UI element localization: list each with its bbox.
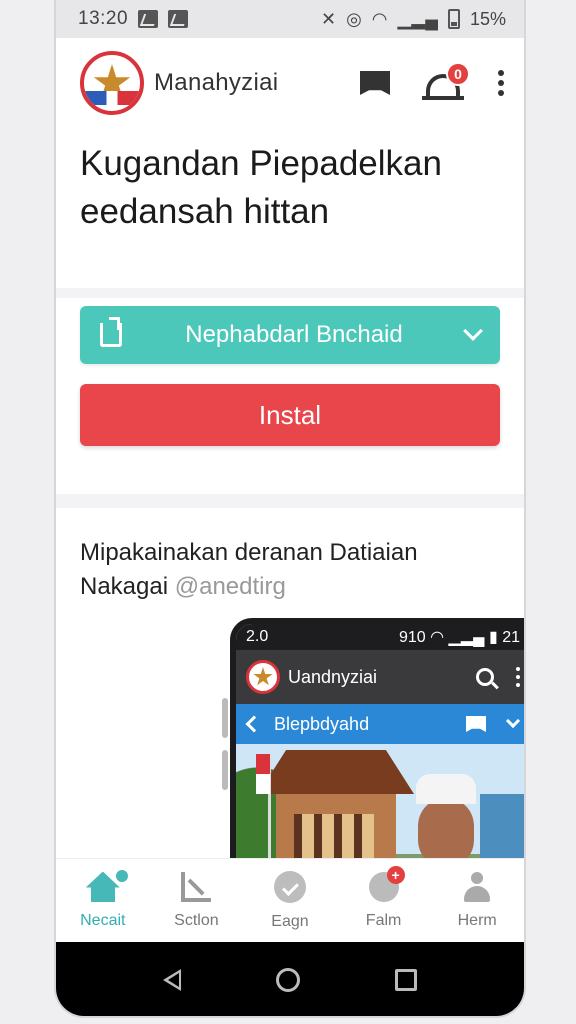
phone-frame: 13:20 ✕ ◎ ◠ ▁▂▄ 15% Manahyziai 0 Kuganda… <box>54 0 526 1018</box>
section-title-line-2: Nakagai <box>80 573 169 600</box>
nav-item-section[interactable]: Sctlon <box>150 859 244 942</box>
check-circle-icon <box>273 870 306 903</box>
preview-status-bar: 2.0 910 ◠ ▁▂▄ ▮ 21 <box>236 624 524 650</box>
nav-item-profile[interactable]: Herm <box>430 859 524 942</box>
bottom-navigation: Necait Sctlon Eagn Falm Herm <box>56 858 524 942</box>
variant-select-button[interactable]: Nephabdarl Bnchaid <box>80 306 500 364</box>
divider <box>56 494 524 508</box>
preview-nav-bar: Blepbdyahd <box>236 704 524 744</box>
nav-item-falm[interactable]: Falm <box>337 859 431 942</box>
battery-icon <box>447 9 460 29</box>
bookmark-flag-icon[interactable] <box>360 71 390 95</box>
nav-item-eagn[interactable]: Eagn <box>243 859 337 942</box>
headline-line-1: Kugandan Piepadelkan <box>80 144 442 183</box>
system-home-icon[interactable] <box>275 968 300 992</box>
preview-section: Mipakainakan deranan Datiaian Nakagai @a… <box>56 508 524 918</box>
alarm-icon: ◎ <box>346 8 362 29</box>
signal-icon: ▁▂▄ <box>397 8 438 29</box>
preview-logo <box>246 660 280 694</box>
app-bar: Manahyziai 0 <box>56 38 524 128</box>
cta-area: Nephabdarl Bnchaid Instal <box>56 298 524 494</box>
page-headline: Kugandan Piepadelkan eedansah hittan <box>56 128 524 288</box>
flipboard-icon <box>168 10 189 28</box>
variant-select-label: Nephabdarl Bnchaid <box>185 321 403 348</box>
preview-nav-label: Blepbdyahd <box>274 713 370 734</box>
home-icon <box>85 867 130 902</box>
more-menu-icon <box>516 667 520 687</box>
section-title: Mipakainakan deranan Datiaian Nakagai @a… <box>80 539 418 600</box>
document-icon <box>100 317 122 347</box>
battery-percent: 15% <box>469 8 506 29</box>
search-icon <box>476 668 494 686</box>
install-button[interactable]: Instal <box>80 384 500 446</box>
chat-add-icon <box>368 865 405 902</box>
mute-icon: ✕ <box>320 8 337 29</box>
nav-item-home[interactable]: Necait <box>56 859 150 942</box>
more-menu-icon[interactable] <box>498 70 504 96</box>
chevron-down-icon <box>505 713 521 729</box>
section-handle[interactable]: @anedtirg <box>175 573 286 600</box>
system-recents-icon[interactable] <box>394 969 417 991</box>
gmail-icon <box>138 10 159 28</box>
status-time: 13:20 <box>78 8 129 29</box>
notification-badge: 0 <box>446 62 470 86</box>
chart-icon <box>181 871 212 902</box>
preview-brand: Uandnyziai <box>288 666 378 687</box>
notification-button[interactable]: 0 <box>422 62 470 100</box>
preview-time: 2.0 <box>246 628 269 645</box>
system-back-icon[interactable] <box>163 969 182 991</box>
status-bar: 13:20 ✕ ◎ ◠ ▁▂▄ 15% <box>56 0 524 38</box>
wifi-icon: ◠ <box>371 8 388 29</box>
back-arrow-icon <box>245 715 263 733</box>
chevron-down-icon <box>463 321 483 341</box>
app-logo[interactable] <box>80 51 144 115</box>
system-navigation-bar <box>56 942 524 1016</box>
bookmark-flag-icon <box>466 716 486 732</box>
preview-status-right: 910 ◠ ▁▂▄ ▮ 21 <box>399 629 520 646</box>
brand-name: Manahyziai <box>154 69 279 96</box>
headline-line-2: eedansah hittan <box>80 192 330 231</box>
preview-app-bar: Uandnyziai <box>236 650 524 704</box>
person-icon <box>462 871 492 902</box>
divider <box>56 288 524 298</box>
